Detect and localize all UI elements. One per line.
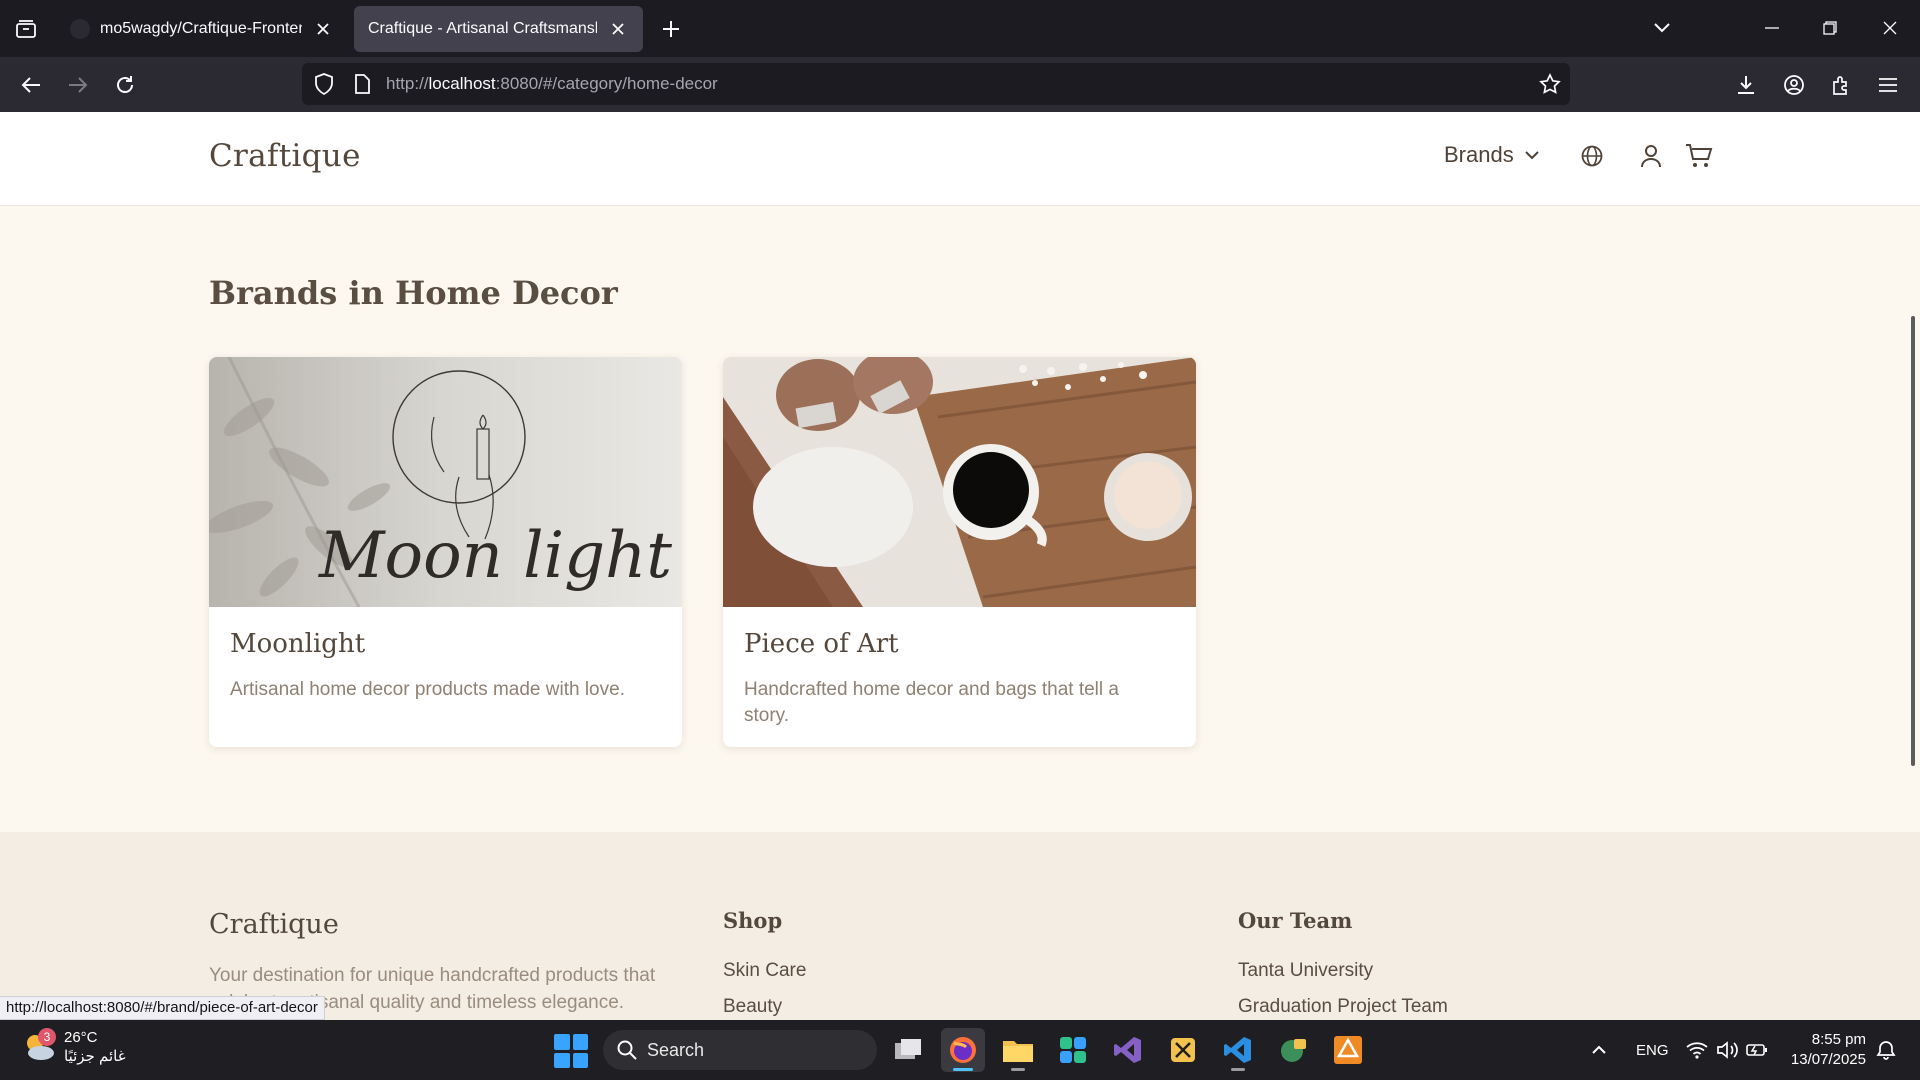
globe-icon[interactable] bbox=[1577, 141, 1607, 171]
tab-list-icon[interactable] bbox=[10, 14, 42, 44]
url-path: :8080/#/category/home-decor bbox=[495, 74, 718, 93]
brand-image-moonlight: Moon light bbox=[209, 357, 682, 607]
tab-title: mo5wagdy/Craftique-Frontend bbox=[100, 20, 302, 37]
brand-description: Handcrafted home decor and bags that tel… bbox=[744, 679, 1119, 726]
bookmark-star-icon[interactable] bbox=[1538, 72, 1562, 96]
taskbar-search[interactable]: Search bbox=[603, 1030, 877, 1070]
tab-title: Craftique - Artisanal Craftsmanship for bbox=[368, 20, 597, 37]
close-window-button[interactable] bbox=[1870, 10, 1910, 46]
page-title: Brands in Home Decor bbox=[209, 274, 618, 312]
file-explorer-icon[interactable] bbox=[996, 1028, 1040, 1072]
page-icon[interactable] bbox=[350, 72, 374, 96]
brand-description: Artisanal home decor products made with … bbox=[230, 679, 625, 700]
menu-icon[interactable] bbox=[1870, 67, 1906, 103]
account-icon[interactable] bbox=[1776, 67, 1812, 103]
brand-name: Moonlight bbox=[230, 629, 366, 659]
vscode-icon[interactable] bbox=[1216, 1028, 1260, 1072]
brands-label: Brands bbox=[1444, 142, 1514, 167]
shield-icon[interactable] bbox=[312, 72, 336, 96]
wifi-icon[interactable] bbox=[1686, 1020, 1708, 1080]
tab-github[interactable]: mo5wagdy/Craftique-Frontend bbox=[56, 6, 348, 52]
extensions-icon[interactable] bbox=[1823, 67, 1859, 103]
weather-widget[interactable]: 3 26°C غائم جزئيًا bbox=[22, 1028, 126, 1066]
footer-link-skin-care[interactable]: Skin Care bbox=[723, 960, 806, 982]
downloads-icon[interactable] bbox=[1728, 67, 1764, 103]
brands-dropdown[interactable]: Brands bbox=[1444, 142, 1540, 168]
footer-shop-title: Shop bbox=[723, 908, 783, 933]
weather-cloud-icon: 3 bbox=[22, 1028, 56, 1064]
user-icon[interactable] bbox=[1636, 141, 1666, 171]
url-host: localhost bbox=[428, 74, 496, 93]
footer-link-graduation-team[interactable]: Graduation Project Team bbox=[1238, 996, 1448, 1018]
weather-temp: 26°C bbox=[64, 1029, 98, 1046]
brand-card-piece-of-art[interactable]: Piece of Art Handcrafted home decor and … bbox=[723, 357, 1196, 747]
footer-logo: Craftique bbox=[209, 909, 339, 940]
footer-link-tanta-university[interactable]: Tanta University bbox=[1238, 960, 1373, 982]
site-header: Craftique Brands bbox=[0, 112, 1920, 206]
taskbar: 3 26°C غائم جزئيًا Search ENG 8:55 pm 13… bbox=[0, 1020, 1920, 1080]
new-tab-button[interactable] bbox=[655, 14, 687, 44]
restore-button[interactable] bbox=[1810, 10, 1850, 46]
clock-date: 13/07/2025 bbox=[1790, 1051, 1866, 1068]
volume-icon[interactable] bbox=[1716, 1020, 1738, 1080]
web-page: Craftique Brands Brands in Home Decor Mo… bbox=[0, 112, 1920, 1020]
browser-tabstrip: mo5wagdy/Craftique-Frontend Craftique - … bbox=[0, 0, 1920, 57]
show-hidden-icons-chevron[interactable] bbox=[1591, 1020, 1607, 1080]
moonlight-logo-text: Moon light bbox=[318, 519, 672, 593]
close-icon[interactable] bbox=[312, 18, 334, 40]
minimize-button[interactable] bbox=[1752, 10, 1792, 46]
weather-condition: غائم جزئيًا bbox=[64, 1048, 126, 1065]
link-status-tooltip: http://localhost:8080/#/brand/piece-of-a… bbox=[0, 996, 325, 1020]
tab-craftique[interactable]: Craftique - Artisanal Craftsmanship for bbox=[354, 6, 643, 52]
notifications-icon[interactable] bbox=[1876, 1020, 1896, 1080]
browser-navbar: http://localhost:8080/#/category/home-de… bbox=[0, 57, 1920, 112]
weather-badge: 3 bbox=[38, 1028, 56, 1046]
search-icon bbox=[617, 1040, 637, 1060]
brand-name: Piece of Art bbox=[744, 629, 899, 659]
reload-button[interactable] bbox=[107, 67, 143, 103]
back-button[interactable] bbox=[13, 67, 49, 103]
page-scrollbar[interactable] bbox=[1911, 316, 1915, 766]
chevron-down-icon bbox=[1524, 150, 1540, 160]
app-orange-icon[interactable] bbox=[1326, 1028, 1370, 1072]
url-bar[interactable]: http://localhost:8080/#/category/home-de… bbox=[302, 63, 1570, 105]
clock[interactable]: 8:55 pm 13/07/2025 bbox=[1786, 1030, 1866, 1070]
site-logo[interactable]: Craftique bbox=[209, 138, 361, 174]
footer-link-beauty[interactable]: Beauty bbox=[723, 996, 782, 1018]
list-all-tabs-chevron-icon[interactable] bbox=[1642, 10, 1682, 46]
site-footer: Craftique Your destination for unique ha… bbox=[0, 832, 1920, 1020]
footer-team-title: Our Team bbox=[1238, 908, 1353, 933]
language-indicator[interactable]: ENG bbox=[1636, 1020, 1669, 1080]
close-icon[interactable] bbox=[607, 18, 629, 40]
cart-icon[interactable] bbox=[1684, 141, 1714, 171]
github-icon bbox=[70, 19, 90, 39]
visual-studio-icon[interactable] bbox=[1106, 1028, 1150, 1072]
task-view-icon[interactable] bbox=[886, 1028, 930, 1072]
forward-button[interactable] bbox=[60, 67, 96, 103]
url-text[interactable]: http://localhost:8080/#/category/home-de… bbox=[386, 74, 718, 94]
clock-time: 8:55 pm bbox=[1811, 1031, 1866, 1048]
snipping-tool-icon[interactable] bbox=[1161, 1028, 1205, 1072]
battery-icon[interactable] bbox=[1746, 1020, 1768, 1080]
firefox-icon[interactable] bbox=[941, 1028, 985, 1072]
url-scheme: http:// bbox=[386, 74, 429, 93]
app-globe-icon[interactable] bbox=[1271, 1028, 1315, 1072]
brand-card-moonlight[interactable]: Moon light Moonlight Artisanal home deco… bbox=[209, 357, 682, 747]
search-placeholder: Search bbox=[647, 1039, 705, 1060]
brand-image-piece-of-art bbox=[723, 357, 1196, 607]
app-tiles-icon[interactable] bbox=[1051, 1028, 1095, 1072]
windows-start-icon[interactable] bbox=[554, 1034, 588, 1068]
